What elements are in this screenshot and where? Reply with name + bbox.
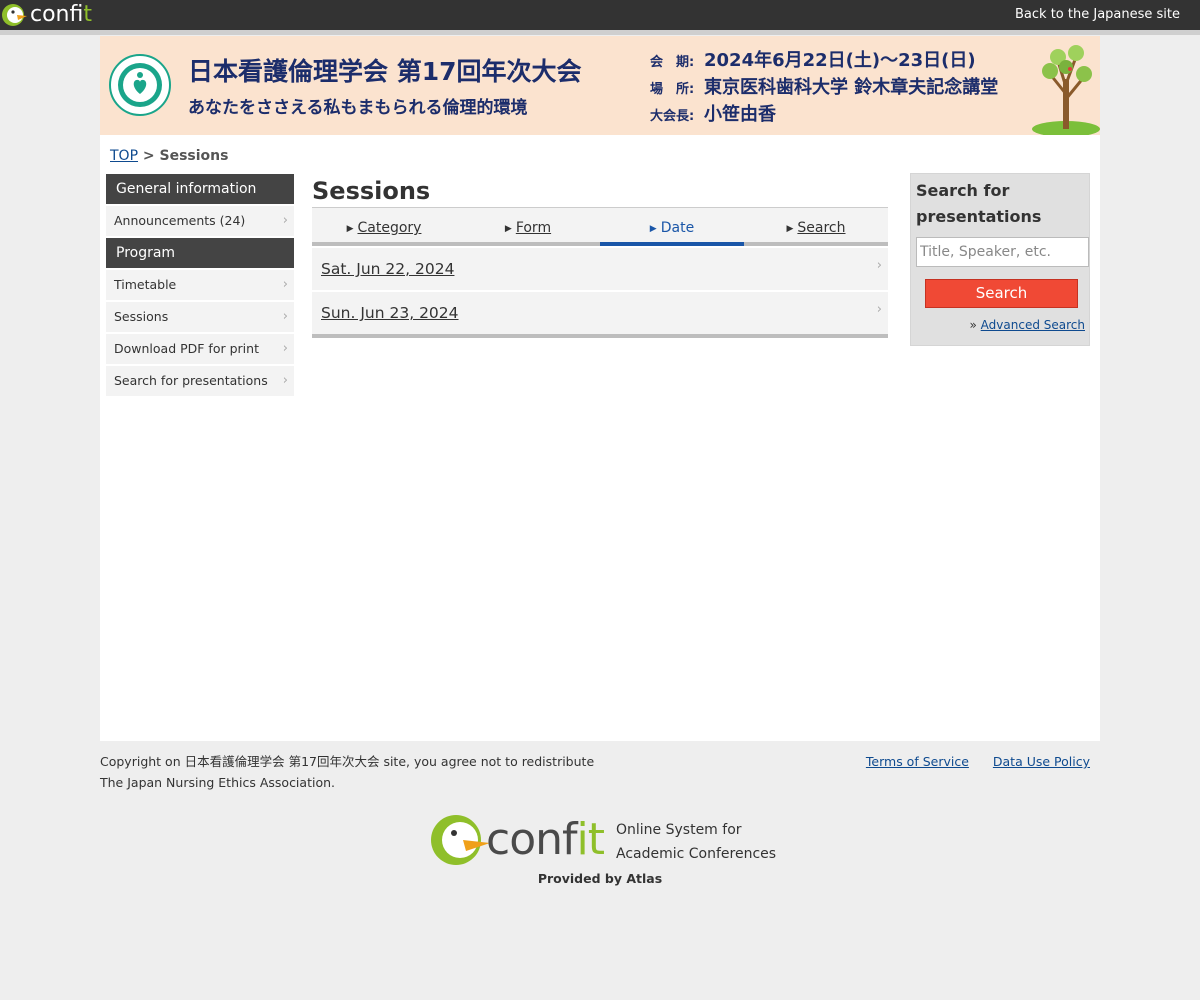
sidenav-item-label: Download PDF for print: [114, 341, 259, 356]
main-container: 日本看護倫理学会 第17回年次大会 あなたをささえる私もまもられる倫理的環境 会…: [100, 36, 1100, 741]
copyright-line: The Japan Nursing Ethics Association.: [100, 775, 335, 790]
search-input[interactable]: [916, 237, 1089, 267]
tagline-line: Academic Conferences: [616, 846, 777, 862]
association-emblem-icon: [109, 54, 171, 116]
conference-subtitle: あなたをささえる私もまもられる倫理的環境: [188, 98, 528, 118]
tab-label: Search: [797, 220, 846, 236]
confit-tagline: Online System for Academic Conferences: [616, 818, 776, 866]
info-value: 小笹由香: [704, 104, 776, 125]
copyright-line: Copyright on 日本看護倫理学会 第17回年次大会 site, you…: [100, 754, 595, 769]
tab-search[interactable]: ▶ Search: [744, 208, 888, 242]
sidenav-heading-general: General information: [106, 174, 294, 204]
sidenav-item-sessions[interactable]: Sessions ›: [106, 302, 294, 332]
sidenav-item-search-presentations[interactable]: Search for presentations ›: [106, 366, 294, 396]
sidenav-item-label: Announcements (24): [114, 213, 246, 228]
conference-title: 日本看護倫理学会 第17回年次大会: [188, 57, 582, 86]
back-to-japanese-link[interactable]: Back to the Japanese site: [1015, 7, 1180, 22]
chevron-right-icon: ›: [876, 258, 882, 273]
info-value: 2024年6月22日(土)〜23日(日): [704, 50, 976, 71]
sidenav-item-download-pdf[interactable]: Download PDF for print ›: [106, 334, 294, 364]
sidenav-item-announcements[interactable]: Announcements (24) ›: [106, 206, 294, 236]
top-bar: confit Back to the Japanese site: [0, 0, 1200, 35]
advanced-search-link[interactable]: Advanced Search: [981, 318, 1085, 332]
chevron-right-icon: ›: [282, 213, 288, 228]
confit-duck-icon: [431, 815, 490, 865]
date-item-jun-23[interactable]: Sun. Jun 23, 2024 ›: [312, 292, 888, 334]
chevron-right-icon: ›: [282, 277, 288, 292]
chevron-right-icon: ›: [282, 309, 288, 324]
terms-of-service-link[interactable]: Terms of Service: [866, 754, 969, 769]
tab-label: Date: [660, 220, 695, 236]
info-label: 会 期:: [650, 55, 695, 70]
date-label: Sat. Jun 22, 2024: [321, 260, 455, 278]
confit-logo[interactable]: confit: [2, 2, 92, 28]
side-navigation: General information Announcements (24) ›…: [106, 174, 294, 398]
date-list: Sat. Jun 22, 2024 › Sun. Jun 23, 2024 ›: [312, 248, 888, 338]
breadcrumb: TOP > Sessions: [110, 148, 228, 164]
date-item-jun-22[interactable]: Sat. Jun 22, 2024 ›: [312, 248, 888, 290]
data-use-policy-link[interactable]: Data Use Policy: [993, 754, 1090, 769]
info-row-dates: 会 期: 2024年6月22日(土)〜23日(日): [650, 46, 998, 73]
confit-logo-text: confit: [30, 2, 92, 27]
sidenav-item-label: Timetable: [114, 277, 177, 292]
chevron-right-icon: ›: [282, 341, 288, 356]
sidenav-item-timetable[interactable]: Timetable ›: [106, 270, 294, 300]
page-title: Sessions: [312, 174, 888, 208]
sidenav-item-label: Search for presentations: [114, 373, 268, 388]
tab-label: Form: [515, 220, 552, 236]
search-button[interactable]: Search: [925, 279, 1078, 308]
copyright-notice: Copyright on 日本看護倫理学会 第17回年次大会 site, you…: [100, 751, 594, 793]
breadcrumb-current: Sessions: [159, 148, 229, 164]
sidenav-item-label: Sessions: [114, 309, 169, 324]
info-value: 東京医科歯科大学 鈴木章夫記念講堂: [704, 77, 999, 98]
chevron-right-icon: ›: [876, 302, 882, 317]
date-label: Sun. Jun 23, 2024: [321, 304, 459, 322]
footer-links: Terms of Service Data Use Policy: [846, 751, 1090, 772]
info-row-venue: 場 所: 東京医科歯科大学 鈴木章夫記念講堂: [650, 73, 998, 100]
advanced-search-prefix: »: [969, 318, 981, 332]
info-label: 大会長:: [650, 109, 695, 124]
breadcrumb-top-link[interactable]: TOP: [110, 148, 138, 164]
session-tabs: ▶ Category ▶ Form ▶ Date ▶ Search: [312, 208, 888, 246]
confit-logo-text: confit: [486, 814, 605, 865]
tab-category[interactable]: ▶ Category: [312, 208, 456, 242]
conference-banner[interactable]: 日本看護倫理学会 第17回年次大会 あなたをささえる私もまもられる倫理的環境 会…: [100, 36, 1100, 135]
presentation-search-box: Search for presentations Search » Advanc…: [910, 173, 1090, 346]
breadcrumb-separator: >: [138, 148, 160, 164]
sidenav-heading-program: Program: [106, 238, 294, 268]
provided-by: Provided by Atlas: [537, 871, 663, 886]
triangle-right-icon: ▶: [786, 224, 794, 234]
triangle-right-icon: ▶: [346, 224, 354, 234]
footer-confit-logo[interactable]: confit Online System for Academic Confer…: [430, 812, 780, 872]
search-box-title: Search for presentations: [916, 181, 1042, 226]
tab-date[interactable]: ▶ Date: [600, 208, 744, 246]
triangle-right-icon: ▶: [649, 224, 657, 234]
tagline-line: Online System for: [616, 822, 742, 838]
info-row-president: 大会長: 小笹由香: [650, 100, 998, 127]
tree-illustration-icon: [1032, 45, 1100, 135]
advanced-search: » Advanced Search: [970, 318, 1085, 332]
info-label: 場 所:: [650, 82, 695, 97]
tab-label: Category: [357, 220, 422, 236]
triangle-right-icon: ▶: [504, 224, 512, 234]
main-content: Sessions ▶ Category ▶ Form ▶ Date ▶ Search S…: [312, 174, 888, 338]
chevron-right-icon: ›: [282, 373, 288, 388]
tab-form[interactable]: ▶ Form: [456, 208, 600, 242]
confit-duck-icon: [2, 4, 27, 26]
conference-info: 会 期: 2024年6月22日(土)〜23日(日) 場 所: 東京医科歯科大学 …: [650, 46, 998, 127]
